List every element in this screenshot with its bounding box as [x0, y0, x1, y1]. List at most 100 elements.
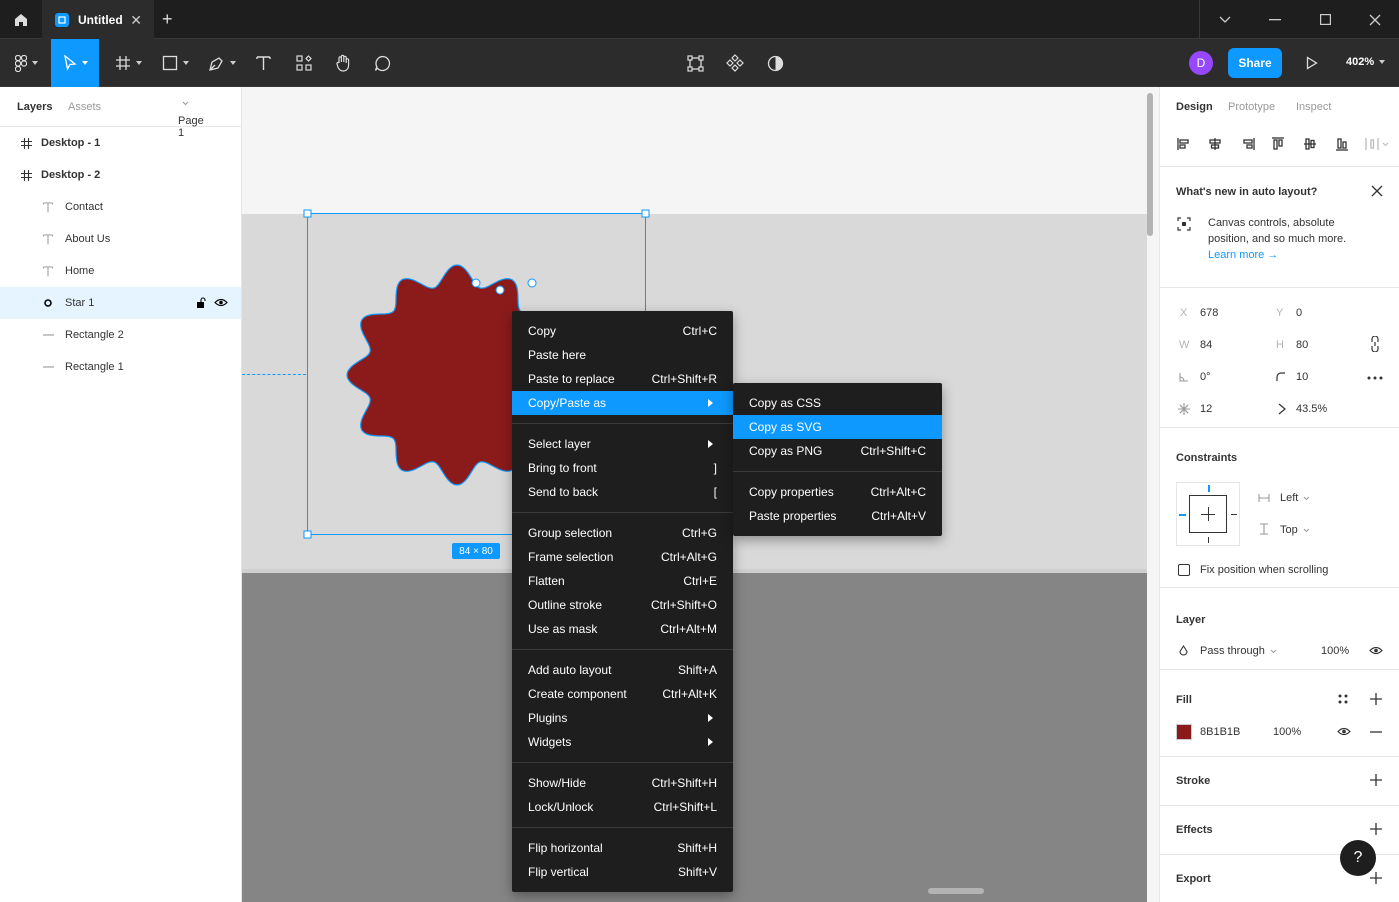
corner-radius-input[interactable]: 10	[1296, 371, 1308, 383]
eye-icon[interactable]	[1369, 646, 1383, 655]
resize-handle-bottom-left[interactable]	[303, 530, 312, 539]
layer-row[interactable]: About Us	[0, 223, 241, 255]
menu-item[interactable]: Widgets	[512, 730, 733, 754]
user-avatar[interactable]: D	[1189, 51, 1213, 75]
maximize-button[interactable]	[1300, 0, 1350, 39]
tab-assets[interactable]: Assets	[68, 101, 101, 113]
star-ratio-input[interactable]: 43.5%	[1296, 403, 1327, 415]
horizontal-constraint-select[interactable]: Left	[1280, 492, 1310, 504]
unlock-icon[interactable]	[196, 297, 206, 308]
menu-item[interactable]: Paste here	[512, 343, 733, 367]
align-bottom-icon[interactable]	[1336, 138, 1348, 151]
align-vertical-center-icon[interactable]	[1304, 138, 1316, 150]
layer-row[interactable]: Desktop - 2	[0, 159, 241, 191]
minimize-button[interactable]	[1250, 0, 1300, 39]
menu-item[interactable]: Plugins	[512, 706, 733, 730]
horizontal-scrollbar[interactable]	[928, 888, 984, 894]
y-input[interactable]: 0	[1296, 307, 1302, 319]
layer-row[interactable]: Contact	[0, 191, 241, 223]
tab-layers[interactable]: Layers	[17, 101, 52, 113]
add-fill-icon[interactable]	[1370, 693, 1382, 705]
align-top-icon[interactable]	[1272, 137, 1284, 150]
menu-item[interactable]: Copy as SVG	[733, 415, 942, 439]
menu-item[interactable]: Use as mask Ctrl+Alt+M	[512, 617, 733, 641]
create-component-button[interactable]	[723, 39, 747, 87]
close-tab-icon[interactable]: ✕	[130, 12, 142, 29]
star-count-input[interactable]: 12	[1200, 403, 1212, 415]
more-options-icon[interactable]	[1367, 376, 1383, 380]
fill-hex-input[interactable]: 8B1B1B	[1200, 726, 1240, 738]
menu-item[interactable]: Select layer	[512, 432, 733, 456]
menu-item[interactable]: Flip horizontal Shift+H	[512, 836, 733, 860]
mask-button[interactable]	[763, 39, 787, 87]
close-window-button[interactable]	[1350, 0, 1399, 39]
menu-item[interactable]: Add auto layout Shift+A	[512, 658, 733, 682]
align-horizontal-center-icon[interactable]	[1209, 138, 1221, 150]
tabs-dropdown-button[interactable]	[1200, 0, 1250, 39]
zoom-menu[interactable]: 402%	[1346, 56, 1386, 68]
menu-item[interactable]: Copy as PNG Ctrl+Shift+C	[733, 439, 942, 463]
text-tool-button[interactable]	[250, 39, 276, 87]
menu-item[interactable]: Copy Ctrl+C	[512, 319, 733, 343]
add-stroke-icon[interactable]	[1370, 774, 1382, 786]
align-right-icon[interactable]	[1243, 138, 1255, 150]
tab-design[interactable]: Design	[1176, 101, 1213, 113]
blend-mode-select[interactable]: Pass through	[1200, 645, 1277, 657]
page-selector[interactable]: Page 1	[178, 101, 204, 139]
home-button[interactable]	[0, 0, 42, 39]
menu-item[interactable]: Outline stroke Ctrl+Shift+O	[512, 593, 733, 617]
resize-handle-top-right[interactable]	[641, 209, 650, 218]
style-grid-icon[interactable]	[1338, 694, 1348, 704]
fill-color-swatch[interactable]	[1176, 724, 1192, 740]
remove-fill-icon[interactable]	[1370, 731, 1382, 733]
constraints-widget[interactable]	[1176, 482, 1240, 546]
eye-icon[interactable]	[1337, 727, 1351, 736]
distribute-icon[interactable]	[1365, 138, 1389, 150]
file-tab[interactable]: Untitled ✕	[42, 0, 154, 39]
menu-item[interactable]: Copy as CSS	[733, 391, 942, 415]
share-button[interactable]: Share	[1228, 48, 1282, 78]
x-input[interactable]: 678	[1200, 307, 1218, 319]
menu-item[interactable]: Flip vertical Shift+V	[512, 860, 733, 884]
comment-tool-button[interactable]	[368, 39, 396, 87]
add-effect-icon[interactable]	[1370, 823, 1382, 835]
layer-row[interactable]: Home	[0, 255, 241, 287]
constrain-proportions-icon[interactable]	[1370, 336, 1380, 352]
menu-item[interactable]: Copy properties Ctrl+Alt+C	[733, 480, 942, 504]
fill-opacity-input[interactable]: 100%	[1273, 726, 1301, 738]
tab-prototype[interactable]: Prototype	[1228, 101, 1275, 113]
learn-more-link[interactable]: Learn more →	[1208, 249, 1278, 261]
menu-item[interactable]: Flatten Ctrl+E	[512, 569, 733, 593]
resources-button[interactable]	[290, 39, 318, 87]
menu-item[interactable]: Group selection Ctrl+G	[512, 521, 733, 545]
eye-icon[interactable]	[214, 298, 228, 307]
move-tool-button[interactable]	[51, 39, 99, 87]
present-button[interactable]	[1300, 39, 1324, 87]
align-left-icon[interactable]	[1177, 138, 1189, 150]
menu-item[interactable]: Lock/Unlock Ctrl+Shift+L	[512, 795, 733, 819]
shape-tool-button[interactable]	[155, 39, 195, 87]
radius-handle[interactable]	[527, 278, 537, 288]
menu-item[interactable]: Paste to replace Ctrl+Shift+R	[512, 367, 733, 391]
height-input[interactable]: 80	[1296, 339, 1308, 351]
frame-tool-button[interactable]	[108, 39, 148, 87]
vertical-constraint-select[interactable]: Top	[1280, 524, 1310, 536]
pen-tool-button[interactable]	[202, 39, 242, 87]
menu-item[interactable]: Copy/Paste as	[512, 391, 733, 415]
hand-tool-button[interactable]	[329, 39, 357, 87]
menu-item[interactable]: Create component Ctrl+Alt+K	[512, 682, 733, 706]
menu-item[interactable]: Frame selection Ctrl+Alt+G	[512, 545, 733, 569]
menu-item[interactable]: Show/Hide Ctrl+Shift+H	[512, 771, 733, 795]
menu-item[interactable]: Send to back [	[512, 480, 733, 504]
layer-row[interactable]: Rectangle 2	[0, 319, 241, 351]
rotation-input[interactable]: 0°	[1200, 371, 1211, 383]
layer-opacity-input[interactable]: 100%	[1321, 645, 1349, 657]
menu-item[interactable]: Paste properties Ctrl+Alt+V	[733, 504, 942, 528]
help-button[interactable]: ?	[1340, 840, 1376, 876]
point-count-handle[interactable]	[471, 278, 481, 288]
add-export-icon[interactable]	[1370, 872, 1382, 884]
resize-handle-top-left[interactable]	[303, 209, 312, 218]
close-icon[interactable]	[1371, 185, 1383, 197]
layer-row[interactable]: Desktop - 1	[0, 127, 241, 159]
vertical-scrollbar[interactable]	[1147, 93, 1153, 236]
